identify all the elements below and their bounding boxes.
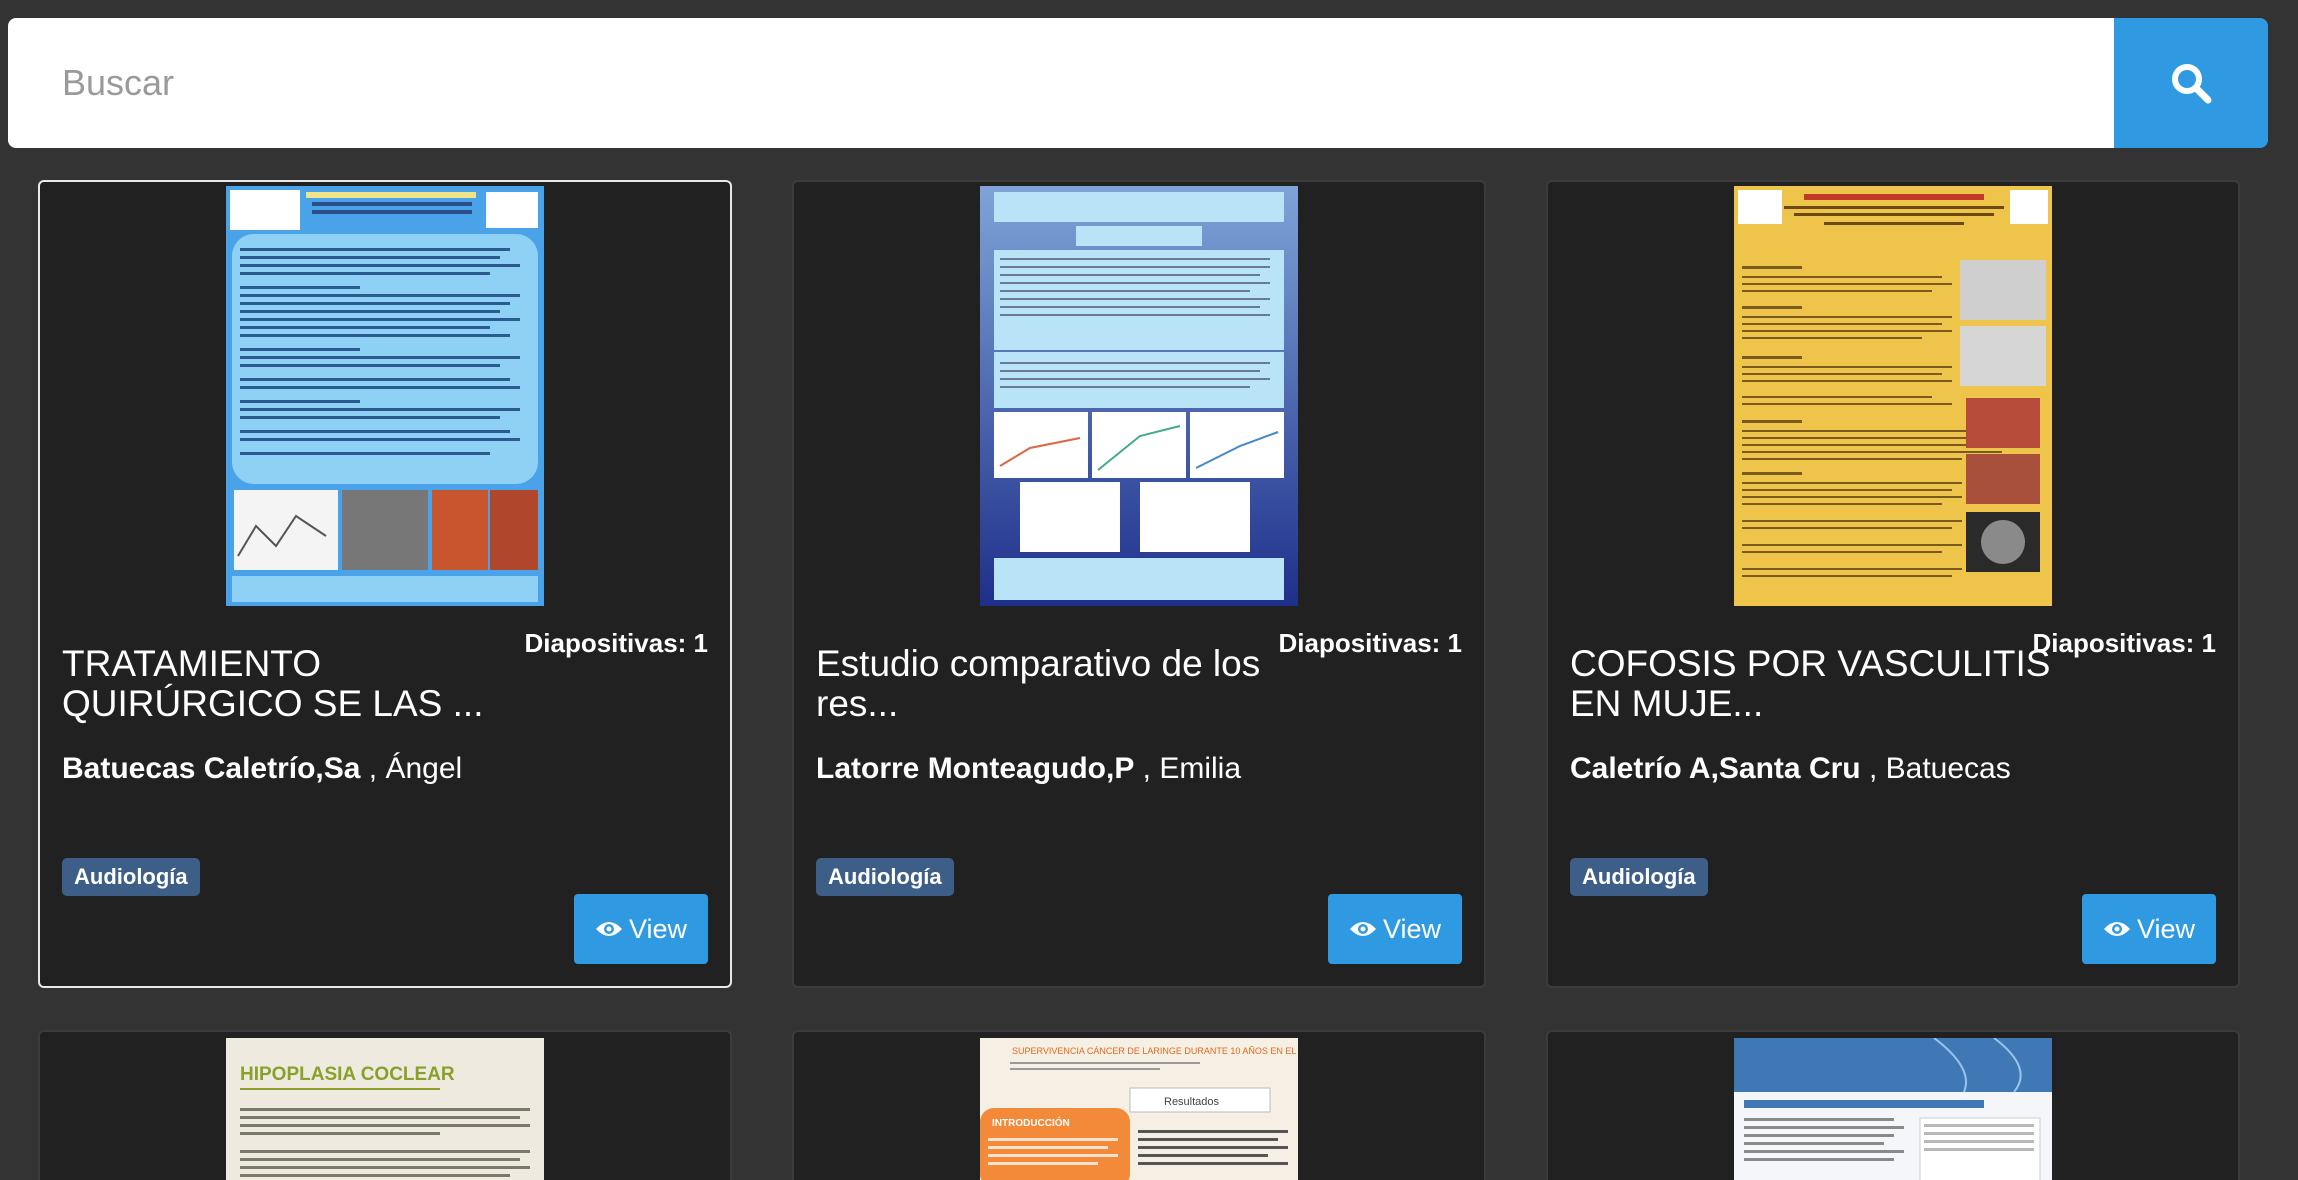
view-button[interactable]: View [574, 894, 708, 964]
poster-card[interactable]: COFOSIS POR VASCULITIS EN MUJE... Diapos… [1546, 180, 2240, 988]
view-label: View [628, 913, 688, 944]
category-badge: Audiología [62, 858, 200, 896]
search-bar [8, 18, 2268, 148]
view-label: View [1382, 913, 1442, 944]
poster-card[interactable]: TRATAMIENTO QUIRÚRGICO SE LAS ... Diapos… [38, 180, 732, 988]
search-icon [2172, 64, 2212, 104]
poster-thumbnail[interactable] [1734, 1038, 2052, 1180]
author-primary: Latorre Monteagudo,P [816, 752, 1135, 785]
category-badge: Audiología [816, 858, 954, 896]
author-secondary: , Emilia [1134, 752, 1242, 785]
eye-icon [595, 922, 622, 936]
poster-authors: Caletrío A,Santa Cru , Batuecas [1570, 752, 2011, 786]
poster-authors: Latorre Monteagudo,P , Emilia [816, 752, 1241, 786]
poster-thumbnail[interactable]: SUPERVIVENCIA CÁNCER DE LARINGE DURANTE … [980, 1038, 1298, 1180]
poster-title: Estudio comparativo de los res... [816, 643, 1261, 724]
poster-title: TRATAMIENTO QUIRÚRGICO SE LAS ... [62, 643, 484, 724]
search-button[interactable] [2114, 18, 2268, 148]
search-input[interactable] [8, 18, 2114, 148]
view-button[interactable]: View [2082, 894, 2216, 964]
author-primary: Caletrío A,Santa Cru [1570, 752, 1861, 785]
category-badge: Audiología [1570, 858, 1708, 896]
author-secondary: , Ángel [360, 752, 463, 785]
poster-thumbnail[interactable] [226, 186, 544, 606]
poster-thumb-results: Resultados [1164, 1096, 1220, 1108]
poster-thumbnail[interactable] [980, 186, 1298, 606]
slides-count: Diapositivas: 1 [1278, 628, 1462, 658]
slides-count: Diapositivas: 1 [524, 628, 708, 658]
author-primary: Batuecas Caletrío,Sa [62, 752, 361, 785]
poster-card[interactable]: Estudio comparativo de los res... Diapos… [792, 180, 1486, 988]
poster-card[interactable] [1546, 1030, 2240, 1180]
eye-icon [1349, 922, 1376, 936]
view-button[interactable]: View [1328, 894, 1462, 964]
eye-icon [2103, 922, 2130, 936]
poster-card[interactable]: SUPERVIVENCIA CÁNCER DE LARINGE DURANTE … [792, 1030, 1486, 1180]
poster-thumb-title: HIPOPLASIA COCLEAR [240, 1064, 455, 1085]
author-secondary: , Batuecas [1860, 752, 2011, 785]
poster-thumbnail[interactable] [1734, 186, 2052, 606]
poster-card[interactable]: HIPOPLASIA COCLEAR [38, 1030, 732, 1180]
poster-title: COFOSIS POR VASCULITIS EN MUJE... [1570, 643, 2051, 724]
poster-thumb-section: INTRODUCCIÓN [992, 1116, 1070, 1129]
slides-count: Diapositivas: 1 [2032, 628, 2216, 658]
poster-thumb-title: SUPERVIVENCIA CÁNCER DE LARINGE DURANTE … [1012, 1046, 1298, 1056]
poster-thumbnail[interactable]: HIPOPLASIA COCLEAR [226, 1038, 544, 1180]
view-label: View [2136, 913, 2196, 944]
poster-authors: Batuecas Caletrío,Sa , Ángel [62, 752, 462, 786]
